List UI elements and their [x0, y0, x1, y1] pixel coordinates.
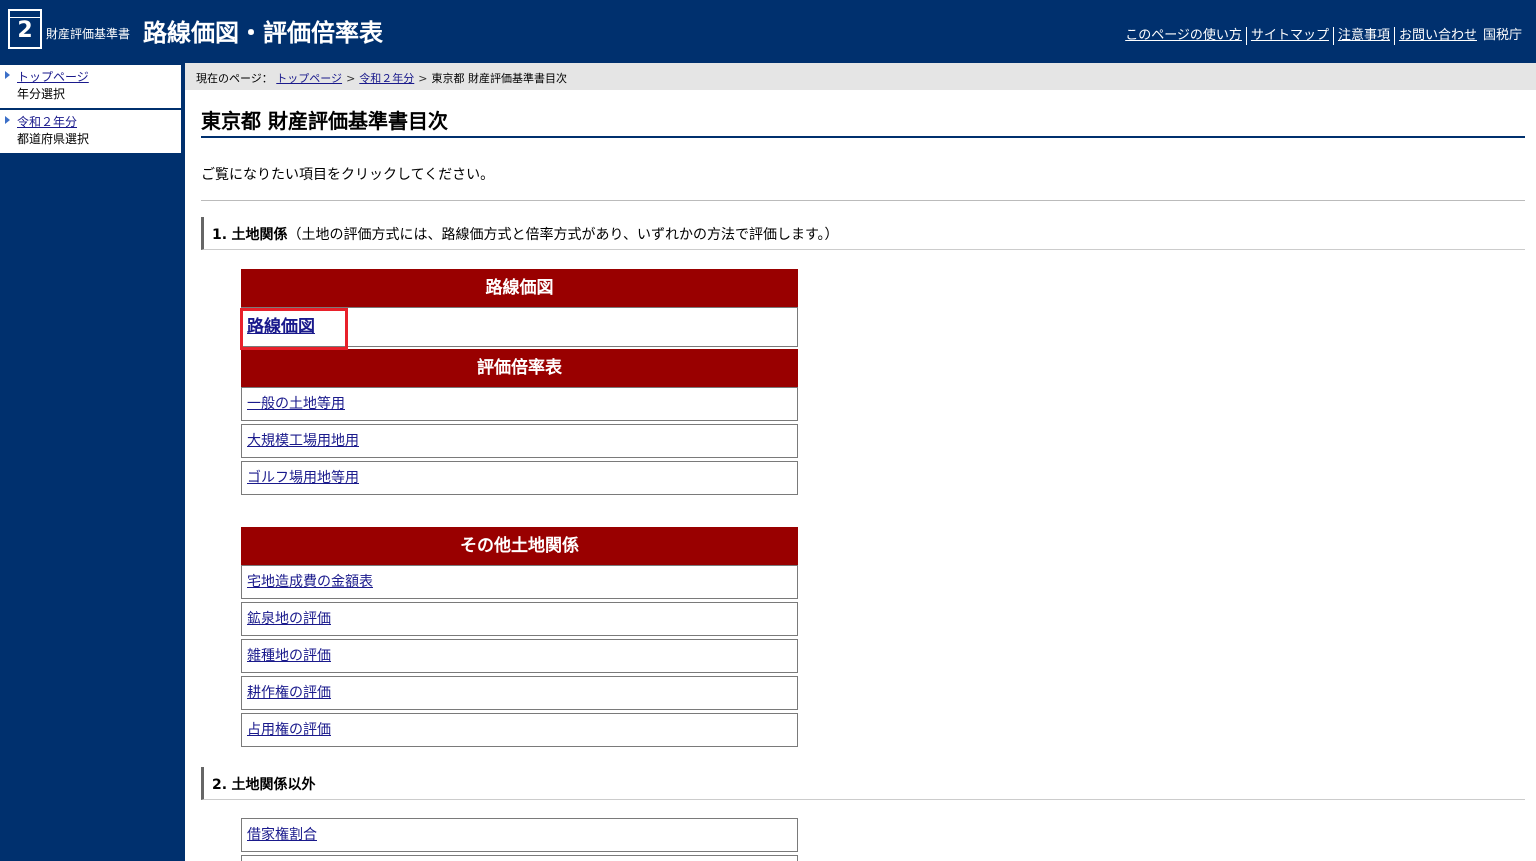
link-rented-house-ratio[interactable]: 借家権割合 [247, 827, 317, 843]
breadcrumb: 現在のページ： トップページ > 令和２年分 > 東京都 財産評価基準書目次 [185, 63, 1536, 90]
table-row: ゴルフ場用地等用 [241, 461, 798, 495]
table-row: 雑種地の評価 [241, 639, 798, 673]
section-number: 1. [212, 227, 228, 243]
nav-divider [1332, 26, 1334, 45]
link-site-development-cost[interactable]: 宅地造成費の金額表 [247, 574, 373, 590]
page-title: 東京都 財産評価基準書目次 [201, 109, 448, 133]
link-large-factory[interactable]: 大規模工場用地用 [247, 433, 359, 449]
table-header-other: その他土地関係 [241, 527, 798, 565]
non-land-table: 借家権割合 [241, 818, 798, 861]
section-heading-non-land: 2. 土地関係以外 [201, 767, 1525, 800]
table-row: 一般の土地等用 [241, 387, 798, 421]
breadcrumb-link-top[interactable]: トップページ [276, 72, 342, 85]
table-row: 大規模工場用地用 [241, 424, 798, 458]
top-nav: このページの使い方 サイトマップ 注意事項 お問い合わせ 国税庁 [1125, 24, 1522, 45]
link-occupancy-right[interactable]: 占用権の評価 [247, 722, 331, 738]
intro-text: ご覧になりたい項目をクリックしてください。 [201, 167, 495, 183]
triangle-right-icon [5, 71, 10, 79]
sidebar-item-sub: 都道府県選択 [17, 132, 90, 146]
section-note: （土地の評価方式には、路線価方式と倍率方式があり、いずれかの方法で評価します。） [287, 227, 839, 243]
other-land-table: その他土地関係 宅地造成費の金額表 鉱泉地の評価 雑種地の評価 耕作権の評価 占… [241, 527, 798, 747]
table-header-rosenka: 路線価図 [241, 269, 798, 307]
section-heading-land: 1. 土地関係（土地の評価方式には、路線価方式と倍率方式があり、いずれかの方法で… [201, 217, 1525, 250]
sidebar-link-year[interactable]: 令和２年分 [17, 114, 181, 131]
breadcrumb-prefix: 現在のページ： [196, 72, 273, 85]
nav-notes[interactable]: 注意事項 [1338, 28, 1390, 43]
nav-divider [1245, 26, 1247, 45]
triangle-right-icon [5, 116, 10, 124]
link-golf-course[interactable]: ゴルフ場用地等用 [247, 470, 359, 486]
link-tenancy-right[interactable]: 耕作権の評価 [247, 685, 331, 701]
agency-name: 国税庁 [1482, 28, 1522, 43]
rosenka-table: 路線価図 路線価図 評価倍率表 一般の土地等用 大規模工場用地用 ゴルフ場用地等… [241, 269, 798, 495]
chevron-right-icon: > [418, 72, 428, 85]
title-divider [201, 136, 1525, 138]
chevron-right-icon: > [346, 72, 356, 85]
sidebar-item-year: 令和２年分 都道府県選択 [0, 110, 181, 153]
main-content: 現在のページ： トップページ > 令和２年分 > 東京都 財産評価基準書目次 東京都 財… [185, 63, 1536, 861]
nav-divider [1393, 26, 1395, 45]
sidebar-link-top[interactable]: トップページ [17, 69, 181, 86]
site-header: 2 財産評価基準書 路線価図・評価倍率表 このページの使い方 サイトマップ 注意事項… [0, 0, 1536, 63]
link-general-land[interactable]: 一般の土地等用 [247, 396, 345, 412]
table-row: 宅地造成費の金額表 [241, 565, 798, 599]
highlight-box [240, 308, 348, 350]
breadcrumb-link-year[interactable]: 令和２年分 [359, 72, 414, 85]
section-title: 土地関係以外 [231, 777, 316, 793]
site-subtitle: 財産評価基準書 [46, 27, 131, 41]
sidebar: トップページ 年分選択 令和２年分 都道府県選択 [0, 63, 185, 861]
logo-icon[interactable]: 2 [8, 9, 42, 49]
table-header-bairitsu: 評価倍率表 [241, 349, 798, 387]
divider [201, 200, 1525, 201]
link-mineral-spring[interactable]: 鉱泉地の評価 [247, 611, 331, 627]
table-row [241, 855, 798, 861]
site-title[interactable]: 路線価図・評価倍率表 [143, 13, 383, 48]
nav-how-to-use[interactable]: このページの使い方 [1125, 28, 1242, 43]
section-title: 土地関係 [231, 227, 288, 243]
nav-contact[interactable]: お問い合わせ [1399, 28, 1477, 43]
nav-sitemap[interactable]: サイトマップ [1251, 28, 1329, 43]
table-row: 鉱泉地の評価 [241, 602, 798, 636]
table-row: 耕作権の評価 [241, 676, 798, 710]
link-miscellaneous-land[interactable]: 雑種地の評価 [247, 648, 331, 664]
sidebar-item-top: トップページ 年分選択 [0, 65, 181, 108]
sidebar-item-sub: 年分選択 [17, 87, 66, 101]
section-number: 2. [212, 777, 228, 793]
table-row: 借家権割合 [241, 818, 798, 852]
breadcrumb-current: 東京都 財産評価基準書目次 [431, 72, 568, 85]
table-row: 占用権の評価 [241, 713, 798, 747]
